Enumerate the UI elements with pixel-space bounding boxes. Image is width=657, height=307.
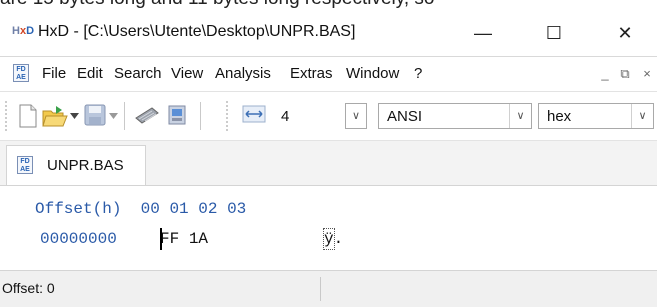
column-header: 02: [198, 200, 218, 218]
text-caret: [160, 228, 162, 250]
bytes-per-row-value: 4: [281, 108, 290, 125]
save-dropdown-chevron-icon[interactable]: [109, 112, 118, 120]
charset-value: ANSI: [387, 108, 423, 125]
menu-extras[interactable]: Extras: [290, 65, 333, 82]
window-title: HxD - [C:\Users\Utente\Desktop\UNPR.BAS]: [38, 23, 356, 40]
document-icon: FD AE: [17, 156, 33, 174]
column-header: 01: [169, 200, 189, 218]
column-header: 00: [140, 200, 160, 218]
open-dropdown-chevron-icon[interactable]: [70, 112, 79, 120]
ram-icon[interactable]: [134, 104, 160, 126]
toolbar-separator: [200, 102, 201, 130]
menu-edit[interactable]: Edit: [77, 65, 103, 82]
menu-file[interactable]: File: [42, 65, 66, 82]
bytes-per-row-icon: [242, 105, 266, 123]
maximize-button[interactable]: ☐: [531, 16, 577, 50]
save-icon[interactable]: [84, 104, 106, 126]
toolbar-grip[interactable]: [226, 100, 228, 132]
bytes-per-row-select[interactable]: 4 ∨: [272, 103, 368, 129]
mdi-restore-button[interactable]: ⧉: [616, 66, 634, 82]
row-offset: 00000000: [40, 230, 117, 248]
offset-header-label: Offset(h): [35, 200, 122, 218]
new-file-icon[interactable]: [18, 104, 38, 128]
chevron-down-icon[interactable]: ∨: [509, 104, 531, 128]
menu-analysis[interactable]: Analysis: [215, 65, 271, 82]
disk-icon[interactable]: [166, 104, 190, 128]
menu-window[interactable]: Window: [346, 65, 399, 82]
tab-strip: FD AE UNPR.BAS: [0, 141, 657, 186]
open-file-icon[interactable]: [42, 104, 68, 128]
toolbar-grip[interactable]: [5, 100, 7, 132]
mdi-minimize-button[interactable]: _: [596, 66, 614, 81]
toolbar: 4 ∨ ANSI ∨ hex ∨: [0, 92, 657, 141]
menu-view[interactable]: View: [171, 65, 203, 82]
tab-label: UNPR.BAS: [47, 157, 124, 174]
hex-column-header: Offset(h) 00 01 02 03: [35, 200, 246, 218]
charset-select[interactable]: ANSI ∨: [378, 103, 532, 129]
tab-unpr-bas[interactable]: FD AE UNPR.BAS: [6, 145, 146, 185]
menu-search[interactable]: Search: [114, 65, 162, 82]
chevron-down-icon[interactable]: ∨: [631, 104, 653, 128]
background-text-strip: are 15 bytes long and 11 bytes long resp…: [0, 0, 657, 10]
offset-base-select[interactable]: hex ∨: [538, 103, 654, 129]
status-bar: Offset: 0: [0, 270, 657, 307]
menu-bar: FD AE File Edit Search View Analysis Extr…: [0, 57, 657, 92]
menu-help[interactable]: ?: [414, 65, 422, 82]
text-column[interactable]: ÿ.: [324, 230, 343, 248]
hxd-icon: HxD: [12, 25, 35, 37]
column-header: 03: [227, 200, 247, 218]
toolbar-separator: [124, 102, 125, 130]
mdi-close-button[interactable]: ×: [638, 66, 656, 81]
hex-bytes-row[interactable]: FF 1A: [160, 230, 208, 248]
hex-byte[interactable]: 1A: [189, 230, 208, 248]
minimize-button[interactable]: —: [460, 16, 506, 50]
title-bar: HxD HxD - [C:\Users\Utente\Desktop\UNPR.…: [0, 10, 657, 57]
hex-byte[interactable]: FF: [160, 230, 179, 248]
chevron-down-icon[interactable]: ∨: [345, 103, 367, 129]
offset-base-value: hex: [547, 108, 572, 125]
document-icon[interactable]: FD AE: [13, 64, 29, 82]
close-button[interactable]: ✕: [602, 16, 648, 50]
status-offset: Offset: 0: [2, 280, 55, 296]
background-text: are 15 bytes long and 11 bytes long resp…: [0, 0, 434, 10]
status-separator: [320, 277, 321, 301]
hex-editor[interactable]: Offset(h) 00 01 02 03 00000000 FF 1A ÿ.: [0, 186, 657, 270]
